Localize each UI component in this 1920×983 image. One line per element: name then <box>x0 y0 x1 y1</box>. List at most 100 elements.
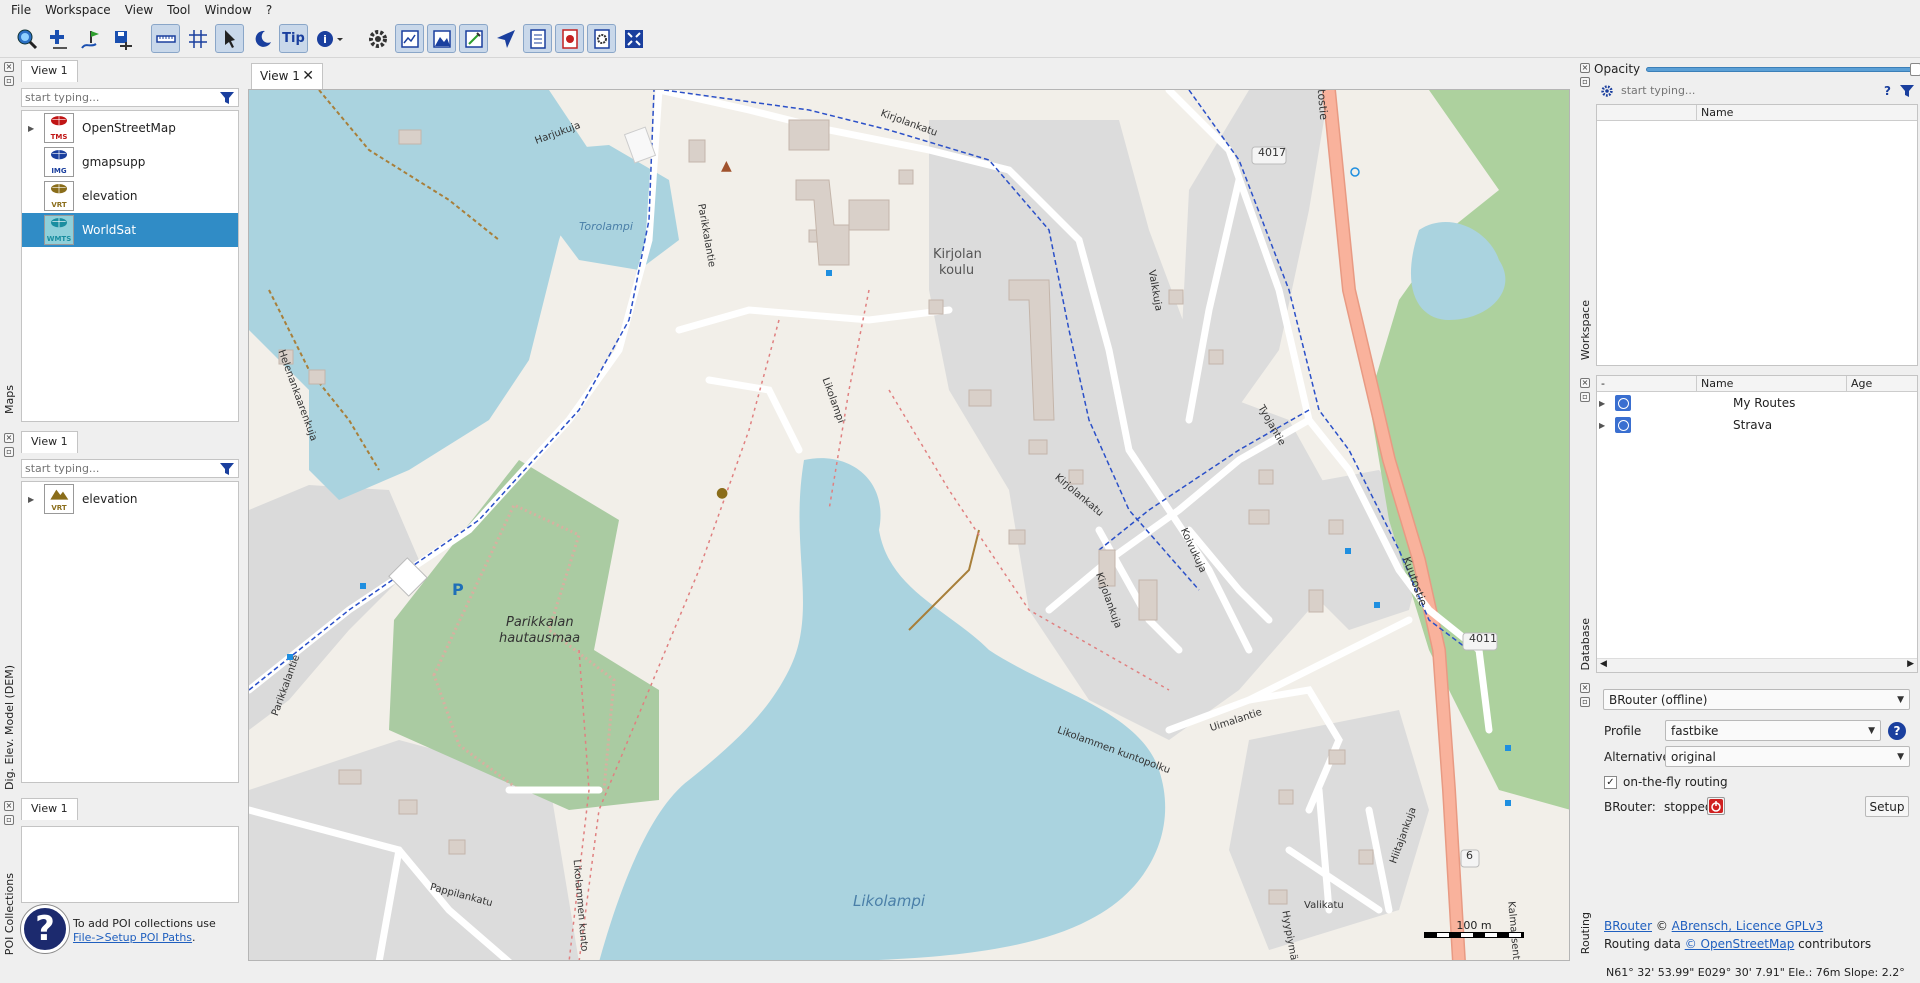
opacity-slider[interactable] <box>1646 62 1920 76</box>
maps-float-icon[interactable]: ▫ <box>4 76 14 86</box>
col-header-age[interactable]: Age <box>1847 376 1917 391</box>
close-tab-icon[interactable]: ✕ <box>302 68 314 84</box>
workspace-close-icon[interactable]: × <box>1580 63 1590 73</box>
poi-help: ? To add POI collections use File->Setup… <box>21 905 238 957</box>
road-label-kuutostie-top: tostie <box>1314 89 1331 121</box>
cursor-arrow-button[interactable] <box>215 24 244 53</box>
poi-float-icon[interactable]: ▫ <box>4 815 14 825</box>
road-shield-6: 6 <box>1466 849 1473 862</box>
fullscreen-button[interactable] <box>619 24 648 53</box>
settings-button[interactable] <box>363 24 392 53</box>
dem-tab-view1[interactable]: View 1 <box>21 431 78 453</box>
track-edit-button[interactable] <box>459 24 488 53</box>
vrt-map-icon: VRT <box>44 181 74 211</box>
workspace-toggle-button[interactable] <box>523 24 552 53</box>
setup-button[interactable]: Setup <box>1865 796 1909 817</box>
poi-close-icon[interactable]: × <box>4 801 14 811</box>
profile-help-icon[interactable]: ? <box>1888 722 1906 740</box>
map-item-label: WorldSat <box>82 223 137 237</box>
map-item-elevation[interactable]: VRT elevation <box>22 179 238 213</box>
add-waypoint-button[interactable] <box>44 24 73 53</box>
ruler-icon <box>155 34 176 43</box>
database-toggle-button[interactable] <box>555 24 584 53</box>
expand-arrow-icon[interactable]: ▶ <box>28 495 40 504</box>
lake-label-likolampi: Likolampi <box>853 892 926 910</box>
poi-toggle-icon <box>593 28 610 49</box>
workspace-project-list: Name <box>1596 104 1918 366</box>
routing-close-icon[interactable]: × <box>1580 683 1590 693</box>
osm-link[interactable]: © OpenStreetMap <box>1685 937 1795 951</box>
navigate-button[interactable] <box>491 24 520 53</box>
ruler-button[interactable] <box>151 24 180 53</box>
grid-button[interactable] <box>183 24 212 53</box>
filter-icon[interactable] <box>1899 83 1915 99</box>
label-cemetery-1: Parikkalan <box>506 615 574 630</box>
map-item-worldsat[interactable]: WMTS WorldSat <box>22 213 238 247</box>
router-select[interactable]: BRouter (offline) ▼ <box>1603 689 1910 710</box>
col-header-name[interactable]: Name <box>1697 376 1847 391</box>
opacity-label: Opacity <box>1594 62 1641 76</box>
grid-icon <box>188 29 207 48</box>
workspace-gear-icon[interactable] <box>1600 84 1614 98</box>
database-dock-title: Database <box>1579 618 1592 671</box>
map-canvas[interactable]: Torolampi Likolampi Kirjolan koulu Parik… <box>248 89 1570 961</box>
elevation-view-button[interactable] <box>427 24 456 53</box>
map-view-tab[interactable]: View 1 ✕ <box>251 63 323 90</box>
save-project-button[interactable] <box>108 24 137 53</box>
expand-arrow-icon[interactable]: ▶ <box>28 124 40 133</box>
dem-filter-input[interactable] <box>22 462 219 475</box>
workspace-filter-input[interactable] <box>1618 84 1885 97</box>
dem-close-icon[interactable]: × <box>4 433 14 443</box>
col-header-dash[interactable]: - <box>1597 376 1697 391</box>
database-float-icon[interactable]: ▫ <box>1580 392 1590 402</box>
map-item-openstreetmap[interactable]: ▶ TMS OpenStreetMap <box>22 111 238 145</box>
menu-file[interactable]: File <box>4 3 38 17</box>
profile-select[interactable]: fastbike ▼ <box>1665 720 1881 741</box>
database-hscrollbar[interactable]: ◀ ▶ <box>1597 658 1917 672</box>
tms-map-icon: TMS <box>44 113 74 143</box>
menu-view[interactable]: View <box>118 3 160 17</box>
poi-setup-link[interactable]: File->Setup POI Paths <box>73 931 192 944</box>
dem-dock-title: Dig. Elev. Model (DEM) <box>3 665 16 790</box>
map-type-tag: IMG <box>45 167 73 176</box>
night-mode-button[interactable] <box>247 24 276 53</box>
opacity-slider-handle[interactable] <box>1910 62 1920 76</box>
workspace-float-icon[interactable]: ▫ <box>1580 77 1590 87</box>
maps-filter-input[interactable] <box>22 91 219 104</box>
scale-label: 100 m <box>1456 919 1492 932</box>
maps-tab-view1[interactable]: View 1 <box>21 60 78 82</box>
on-the-fly-label: on-the-fly routing <box>1623 775 1728 789</box>
info-button[interactable]: i <box>311 24 349 53</box>
menu-workspace[interactable]: Workspace <box>38 3 118 17</box>
poi-tab-view1[interactable]: View 1 <box>21 798 78 820</box>
route-flag-button[interactable] <box>76 24 105 53</box>
expand-arrow-icon[interactable]: ▶ <box>1599 421 1611 430</box>
map-view-button[interactable] <box>395 24 424 53</box>
elevation-view-icon <box>432 29 451 48</box>
dem-item-elevation[interactable]: ▶ VRT elevation <box>22 482 238 516</box>
routing-float-icon[interactable]: ▫ <box>1580 697 1590 707</box>
workspace-help-icon[interactable]: ? <box>1884 84 1891 98</box>
search-location-button[interactable] <box>12 24 41 53</box>
power-toggle-button[interactable] <box>1707 797 1725 815</box>
alternative-select[interactable]: original ▼ <box>1665 746 1910 767</box>
tip-button[interactable]: Tip <box>279 24 308 53</box>
expand-arrow-icon[interactable]: ▶ <box>1599 399 1611 408</box>
on-the-fly-checkbox[interactable]: ✓ <box>1604 776 1617 789</box>
brouter-link[interactable]: BRouter <box>1604 919 1652 933</box>
database-item-my-routes[interactable]: ▶ My Routes <box>1597 392 1917 414</box>
dem-filter <box>21 459 239 478</box>
database-close-icon[interactable]: × <box>1580 378 1590 388</box>
menu-window[interactable]: Window <box>197 3 258 17</box>
col-header-name[interactable]: Name <box>1697 105 1917 120</box>
menu-help[interactable]: ? <box>259 3 279 17</box>
dem-float-icon[interactable]: ▫ <box>4 447 14 457</box>
database-item-strava[interactable]: ▶ Strava <box>1597 414 1917 436</box>
map-item-gmapsupp[interactable]: IMG gmapsupp <box>22 145 238 179</box>
license-link[interactable]: ABrensch, Licence GPLv3 <box>1672 919 1824 933</box>
menu-tool[interactable]: Tool <box>160 3 197 17</box>
filter-icon[interactable] <box>219 90 235 106</box>
filter-icon[interactable] <box>219 461 235 477</box>
poi-toggle-button[interactable] <box>587 24 616 53</box>
maps-close-icon[interactable]: × <box>4 62 14 72</box>
